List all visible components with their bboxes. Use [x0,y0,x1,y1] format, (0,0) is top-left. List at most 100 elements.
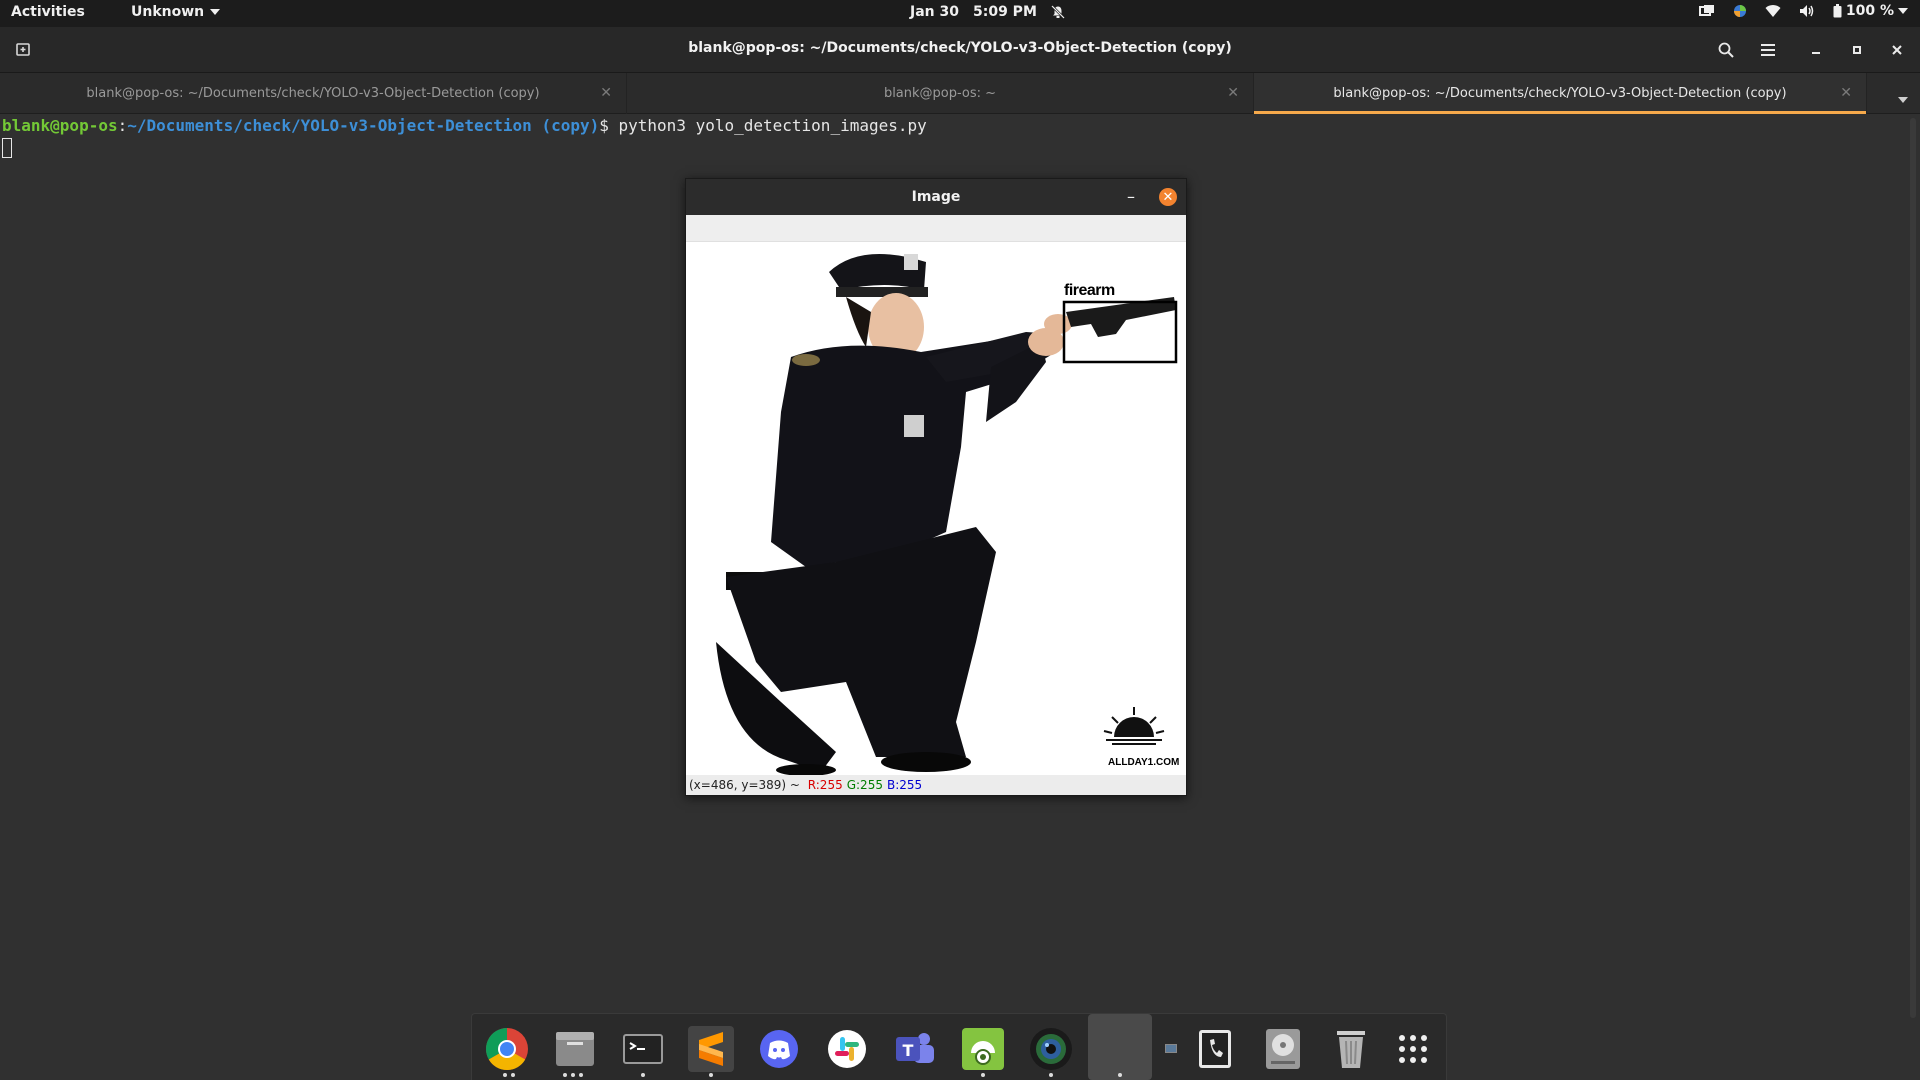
dock-running-indicator [563,1073,583,1077]
bell-off-icon [1050,5,1065,19]
chrome-icon [485,1028,528,1071]
terminal-cursor [2,138,12,158]
close-icon [1892,45,1902,55]
dock-item-terminal[interactable] [620,1026,666,1072]
dock-item-image-viewer[interactable] [1088,1014,1152,1080]
status-coords: (x=486, y=389) ~ [689,778,804,792]
prompt-path: ~/Documents/check/YOLO-v3-Object-Detecti… [127,116,600,135]
phone-icon [1199,1030,1231,1068]
dock-item-teams[interactable]: T [892,1026,938,1072]
tab-close-icon[interactable]: ✕ [1227,85,1239,101]
image-window-minimize-button[interactable]: – [1122,187,1140,206]
minimize-button[interactable] [1804,38,1828,62]
status-green: G:255 [846,778,883,792]
watermark-logo-icon [1103,707,1165,745]
image-canvas[interactable]: firearm ALLDAY1.COM [686,242,1186,775]
dock-item-discord[interactable] [756,1026,802,1072]
wifi-icon [1765,5,1781,18]
chevron-down-icon [1898,8,1908,14]
search-button[interactable] [1714,38,1738,62]
dock-item-files[interactable] [552,1026,598,1072]
tab-1[interactable]: blank@pop-os: ~/Documents/check/YOLO-v3-… [0,73,627,114]
svg-text:T: T [903,1041,914,1060]
tab-3[interactable]: blank@pop-os: ~/Documents/check/YOLO-v3-… [1254,73,1867,114]
image-window-title: Image [911,189,961,205]
image-window-close-button[interactable]: ✕ [1159,188,1177,206]
clock-time: 5:09 PM [972,4,1037,20]
dock-running-indicator [981,1073,985,1077]
dock-running-indicator [709,1073,713,1077]
disk-icon [1266,1029,1300,1069]
tab-label: blank@pop-os: ~/Documents/check/YOLO-v3-… [86,86,540,101]
app-menu-label: Unknown [131,4,205,20]
image-window-toolbar [686,215,1186,242]
police-officer-image [716,254,1178,775]
tab-close-icon[interactable]: ✕ [600,85,612,101]
tab-bar: blank@pop-os: ~/Documents/check/YOLO-v3-… [0,73,1920,114]
prompt-line: blank@pop-os:~/Documents/check/YOLO-v3-O… [2,116,927,136]
battery-percent: 100 % [1845,3,1894,19]
files-icon [556,1032,594,1066]
dock-item-app-grid[interactable] [1390,1026,1436,1072]
menu-button[interactable] [1756,38,1780,62]
status-red: R:255 [807,778,843,792]
small-window-icon [1165,1044,1177,1053]
prompt-symbol: $ [599,116,619,135]
dock: T [471,1013,1447,1080]
battery-indicator: 100 % [1833,3,1908,19]
hamburger-icon [1761,44,1775,56]
dock-item-phone[interactable] [1192,1026,1238,1072]
tab-close-icon[interactable]: ✕ [1840,85,1852,101]
android-studio-icon [962,1028,1004,1070]
sublime-icon [699,1032,723,1066]
dock-item-android-studio[interactable] [960,1026,1006,1072]
search-icon [1718,42,1734,58]
dock-item-camera[interactable] [1028,1026,1074,1072]
color-profile-icon [1733,5,1746,17]
dock-item-slack[interactable] [824,1026,870,1072]
tab-label: blank@pop-os: ~ [883,86,997,101]
system-tray[interactable]: 100 % [1698,3,1908,19]
image-statusbar: (x=486, y=389) ~ R:255 G:255 B:255 [686,775,1186,795]
dock-item-disk[interactable] [1260,1026,1306,1072]
discord-icon [760,1030,798,1068]
dock-item-sublime[interactable] [688,1026,734,1072]
chevron-down-icon [210,9,221,15]
chevron-down-icon [1898,97,1908,103]
trash-icon [1337,1031,1365,1068]
top-panel: Activities Unknown Jan 30 5:09 PM 100 % [0,0,1920,27]
prompt-separator: : [117,116,128,135]
dock-running-indicator [1049,1073,1053,1077]
status-blue: B:255 [886,778,923,792]
dock-item-trash[interactable] [1328,1026,1374,1072]
detection-label: firearm [1064,282,1115,299]
terminal-scrollbar[interactable] [1910,118,1916,1018]
prompt-user-host: blank@pop-os [2,116,118,135]
dock-item-chrome[interactable] [484,1026,530,1072]
activities-button[interactable]: Activities [11,4,85,20]
tab-overflow-button[interactable] [1898,88,1908,107]
teams-icon: T [896,1033,934,1063]
battery-icon [1833,4,1842,18]
tab-2[interactable]: blank@pop-os: ~ ✕ [627,73,1254,114]
image-viewer-icon [1106,1033,1134,1061]
app-menu[interactable]: Unknown [131,4,221,20]
close-button[interactable] [1885,38,1909,62]
dock-running-indicator [1118,1073,1122,1077]
terminal-headerbar[interactable]: blank@pop-os: ~/Documents/check/YOLO-v3-… [0,27,1920,73]
watermark-text: ALLDAY1.COM [1108,757,1180,768]
clock[interactable]: Jan 30 5:09 PM [910,4,1065,20]
image-window[interactable]: Image – ✕ firearm ALLDAY1.COM (x=486, y=… [685,178,1187,796]
window-title: blank@pop-os: ~/Documents/check/YOLO-v3-… [688,40,1232,56]
slack-icon [828,1030,866,1068]
terminal-icon [623,1034,663,1064]
maximize-icon [1853,46,1861,54]
prompt-command: python3 yolo_detection_images.py [618,116,927,135]
minimize-icon [1812,52,1820,54]
maximize-button[interactable] [1845,38,1869,62]
tab-label: blank@pop-os: ~/Documents/check/YOLO-v3-… [1333,86,1787,101]
camera-icon [1030,1028,1072,1070]
volume-icon [1799,5,1814,17]
clock-date: Jan 30 [910,4,959,20]
image-window-titlebar[interactable]: Image [686,179,1186,215]
